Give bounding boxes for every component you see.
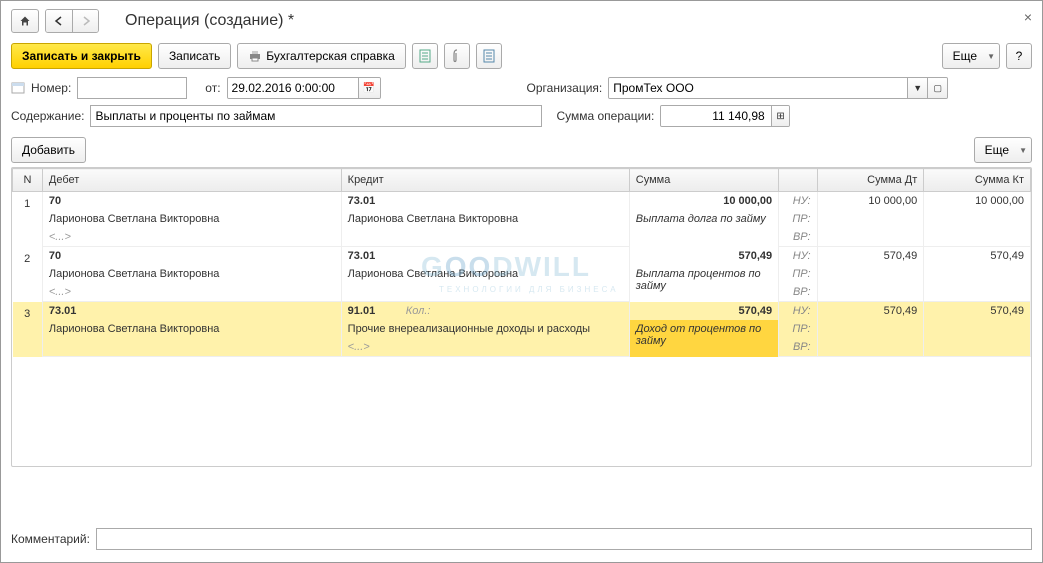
- sum-input[interactable]: [661, 106, 770, 126]
- form-row-1: Номер: от: 📅 Организация: ▼ ▢: [11, 77, 1032, 99]
- arrow-left-icon: [54, 16, 64, 26]
- sum-label: Сумма операции:: [556, 109, 654, 123]
- topbar: Операция (создание) *: [11, 9, 1032, 33]
- page-title: Операция (создание) *: [125, 12, 294, 30]
- table-row[interactable]: Ларионова Светлана ВикторовнаПрочие внер…: [13, 320, 1031, 338]
- comment-row: Комментарий:: [11, 528, 1032, 550]
- document-icon: [419, 49, 431, 63]
- col-debit[interactable]: Дебет: [42, 169, 341, 192]
- home-button[interactable]: [11, 9, 39, 33]
- print-label: Бухгалтерская справка: [266, 49, 395, 63]
- content-input[interactable]: [90, 105, 542, 127]
- list-icon: [483, 49, 495, 63]
- table-toolbar: Добавить Еще▼: [11, 137, 1032, 163]
- forward-button[interactable]: [72, 10, 98, 32]
- table-row[interactable]: Ларионова Светлана ВикторовнаЛарионова С…: [13, 210, 1031, 228]
- help-button[interactable]: ?: [1006, 43, 1032, 69]
- table-row[interactable]: <...> ВР:: [13, 338, 1031, 357]
- save-button[interactable]: Записать: [158, 43, 231, 69]
- table-header: N Дебет Кредит Сумма Сумма Дт Сумма Кт: [13, 169, 1031, 192]
- comment-label: Комментарий:: [11, 532, 90, 546]
- col-sum[interactable]: Сумма: [629, 169, 778, 192]
- org-select: ▼ ▢: [608, 77, 948, 99]
- table: N Дебет Кредит Сумма Сумма Дт Сумма Кт 1…: [11, 167, 1032, 467]
- toolbar-icon-1[interactable]: [412, 43, 438, 69]
- date-input-group: 📅: [227, 77, 381, 99]
- home-icon: [19, 15, 31, 27]
- dropdown-button[interactable]: ▼: [907, 78, 927, 98]
- comment-input[interactable]: [96, 528, 1032, 550]
- table-row[interactable]: <...> ВР:: [13, 228, 1031, 247]
- from-label: от:: [205, 81, 220, 95]
- date-input[interactable]: [228, 78, 358, 98]
- number-input[interactable]: [77, 77, 187, 99]
- printer-icon: [248, 50, 262, 62]
- calendar-button[interactable]: 📅: [358, 78, 380, 98]
- col-sumkt[interactable]: Сумма Кт: [924, 169, 1031, 192]
- main-toolbar: Записать и закрыть Записать Бухгалтерска…: [11, 43, 1032, 69]
- nav-arrows: [45, 9, 99, 33]
- arrow-right-icon: [81, 16, 91, 26]
- table-more-button[interactable]: Еще▼: [974, 137, 1032, 163]
- close-icon[interactable]: ×: [1024, 9, 1032, 25]
- window: × Операция (создание) * Записать и закры…: [0, 0, 1043, 563]
- form-row-2: Содержание: Сумма операции: ⊞: [11, 105, 1032, 127]
- clip-icon: [452, 49, 462, 63]
- table-row[interactable]: 1 70 73.01 10 000,00 НУ: 10 000,0010 000…: [13, 192, 1031, 211]
- table-row[interactable]: 3 73.01 91.01 Кол.: 570,49 НУ: 570,49570…: [13, 302, 1031, 321]
- more-button[interactable]: Еще▼: [942, 43, 1000, 69]
- col-credit[interactable]: Кредит: [341, 169, 629, 192]
- calc-button[interactable]: ⊞: [771, 106, 790, 126]
- save-close-button[interactable]: Записать и закрыть: [11, 43, 152, 69]
- open-button[interactable]: ▢: [927, 78, 947, 98]
- number-label: Номер:: [31, 81, 71, 95]
- content-label: Содержание:: [11, 109, 84, 123]
- col-n[interactable]: N: [13, 169, 43, 192]
- doc-icon: [11, 82, 25, 94]
- add-button[interactable]: Добавить: [11, 137, 86, 163]
- table-row[interactable]: Ларионова Светлана ВикторовнаЛарионова С…: [13, 265, 1031, 283]
- table-row[interactable]: 2 70 73.01 570,49 НУ: 570,49570,49: [13, 247, 1031, 266]
- chevron-down-icon: ▼: [1019, 146, 1027, 155]
- toolbar-icon-3[interactable]: [476, 43, 502, 69]
- print-button[interactable]: Бухгалтерская справка: [237, 43, 406, 69]
- chevron-down-icon: ▼: [987, 52, 995, 61]
- table-row[interactable]: <...> ВР:: [13, 283, 1031, 302]
- back-button[interactable]: [46, 10, 72, 32]
- col-sumdt[interactable]: Сумма Дт: [817, 169, 924, 192]
- toolbar-icon-2[interactable]: [444, 43, 470, 69]
- sum-group: ⊞: [660, 105, 790, 127]
- col-tax[interactable]: [779, 169, 817, 192]
- org-label: Организация:: [527, 81, 603, 95]
- org-input[interactable]: [609, 78, 907, 98]
